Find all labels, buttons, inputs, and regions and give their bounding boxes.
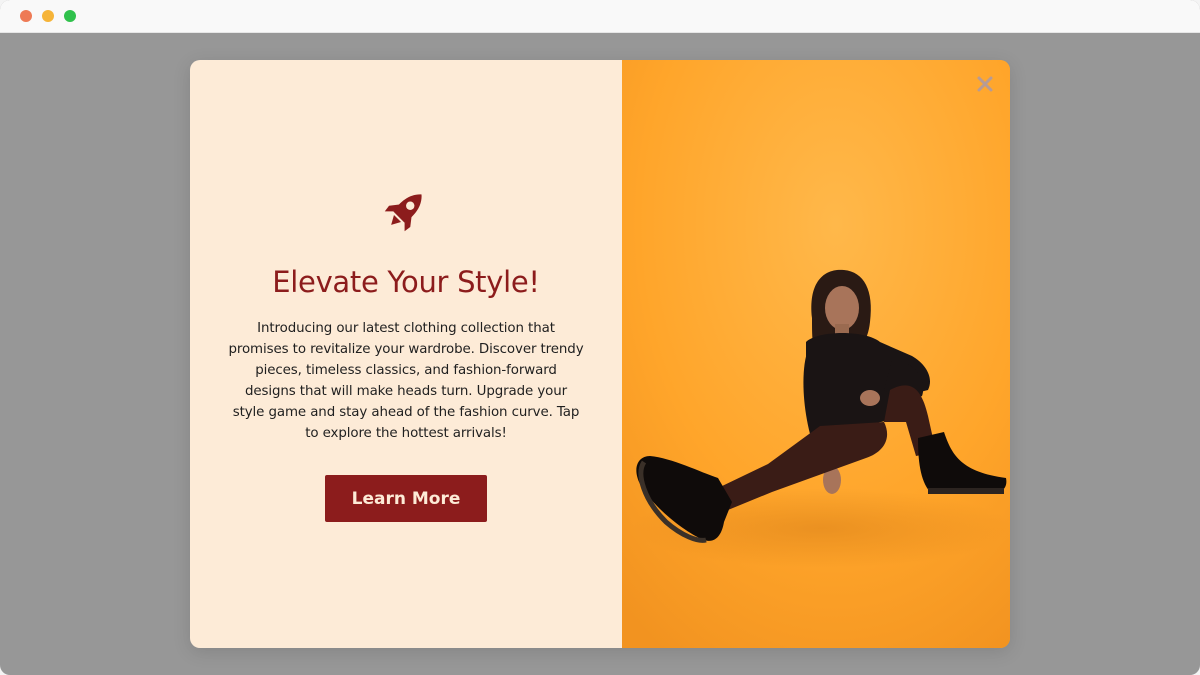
popup-body-text: Introducing our latest clothing collecti… [228, 321, 584, 441]
popup-content-panel: Elevate Your Style! Introducing our late… [190, 60, 622, 648]
fashion-model-photo [622, 60, 1010, 648]
browser-window: Elevate Your Style! Introducing our late… [0, 0, 1200, 675]
promo-popup: Elevate Your Style! Introducing our late… [190, 60, 1010, 648]
popup-image-panel [622, 60, 1010, 648]
popup-headline: Elevate Your Style! [272, 265, 540, 299]
close-icon-stroke [977, 76, 993, 92]
rocket-icon [384, 194, 422, 232]
close-icon[interactable] [975, 74, 995, 94]
window-titlebar [0, 0, 1200, 33]
zoom-window-dot[interactable] [64, 10, 76, 22]
minimize-window-dot[interactable] [42, 10, 54, 22]
close-window-dot[interactable] [20, 10, 32, 22]
learn-more-button[interactable]: Learn More [325, 475, 487, 522]
